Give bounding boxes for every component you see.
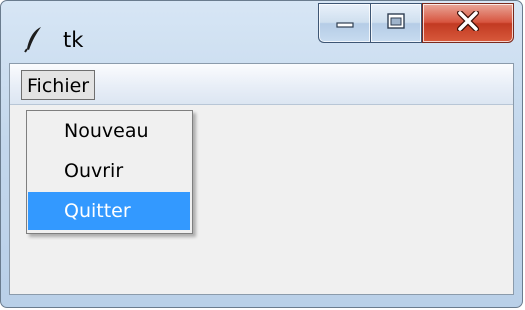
menu-fichier[interactable]: Fichier [21,70,96,100]
title-bar[interactable]: tk [1,1,522,63]
close-button[interactable] [422,3,514,43]
window-title: tk [63,28,84,52]
menu-item-nouveau[interactable]: Nouveau [28,112,190,150]
dropdown-menu: Nouveau Ouvrir Quitter [26,110,193,234]
caption-buttons [318,3,514,45]
client-area: Fichier Nouveau Ouvrir Quitter [9,63,514,295]
app-window: tk Fichier Nouveau Ouvrir Quitter [0,0,523,308]
feather-icon [23,25,45,53]
maximize-icon [386,12,406,34]
menu-bar: Fichier [10,64,513,105]
menu-item-quitter[interactable]: Quitter [28,192,190,230]
maximize-button[interactable] [370,3,422,43]
close-icon [456,10,480,35]
minimize-button[interactable] [318,3,370,43]
minimize-icon [335,14,354,33]
menu-item-ouvrir[interactable]: Ouvrir [28,152,190,190]
